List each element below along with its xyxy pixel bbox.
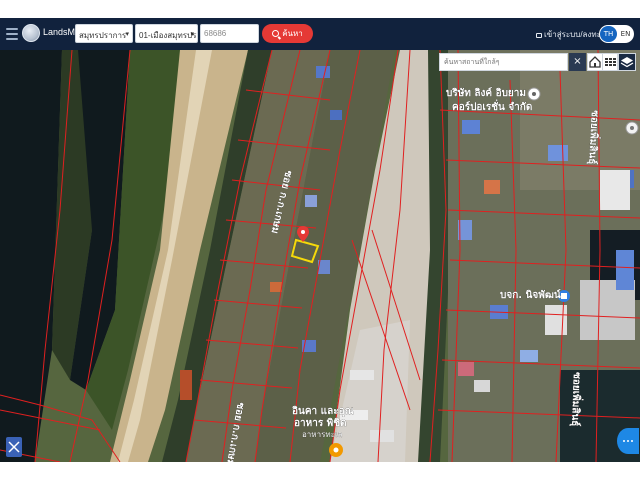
more-dots-icon — [631, 440, 633, 442]
label-place-bottom-1: อินคา และอุณ — [292, 405, 355, 417]
search-button-label: ค้นหา — [282, 29, 303, 38]
home-button[interactable] — [587, 53, 603, 71]
expand-icon — [8, 441, 20, 453]
language-toggle[interactable]: TH EN — [599, 25, 634, 43]
top-navbar: LandsMaps สมุทรปราการ ▾ 01-เมืองสมุทรปรา… — [0, 18, 640, 50]
fullscreen-button[interactable] — [6, 437, 22, 457]
place-search-input[interactable] — [439, 53, 568, 71]
more-dots-icon — [627, 440, 629, 442]
grid-icon — [605, 58, 616, 66]
layers-icon — [620, 57, 634, 68]
chevron-down-icon: ▾ — [125, 31, 129, 38]
landsmaps-logo — [22, 24, 40, 42]
label-place-bottom-3: อาหารทะเล — [302, 430, 343, 439]
lock-icon — [536, 33, 542, 38]
district-select-value: 01-เมืองสมุทรปราการ — [139, 31, 197, 40]
home-icon — [589, 56, 601, 68]
map-canvas: บริษัท ลิงค์ อิบยาม คอร์ปอเรชั่น จำกัด บ… — [0, 50, 640, 462]
district-select[interactable]: 01-เมืองสมุทรปราการ ▾ — [135, 24, 198, 43]
lang-th-button[interactable]: TH — [600, 26, 617, 42]
food-marker-icon[interactable] — [329, 443, 343, 457]
parcel-number-input[interactable] — [200, 24, 259, 43]
lang-en-button[interactable]: EN — [618, 26, 633, 42]
poi-marker-icon[interactable] — [527, 87, 541, 101]
more-options-button[interactable] — [617, 428, 639, 454]
app-root: LandsMaps สมุทรปราการ ▾ 01-เมืองสมุทรปรา… — [0, 0, 640, 480]
satellite-map[interactable]: บริษัท ลิงค์ อิบยาม คอร์ปอเรชั่น จำกัด บ… — [0, 50, 640, 462]
menu-icon[interactable] — [6, 28, 18, 40]
poi-marker-icon[interactable] — [625, 121, 639, 135]
label-company-mid: บจก. นิจพัฒน์ — [500, 289, 561, 301]
layers-button[interactable] — [618, 53, 636, 71]
close-icon[interactable]: × — [569, 53, 586, 71]
chevron-down-icon: ▾ — [190, 31, 194, 38]
search-icon — [272, 30, 280, 37]
search-button[interactable]: ค้นหา — [262, 24, 313, 43]
label-company-top-1: บริษัท ลิงค์ อิบยาม — [446, 87, 526, 99]
grid-button[interactable] — [602, 53, 618, 71]
province-select-value: สมุทรปราการ — [79, 31, 127, 40]
more-dots-icon — [623, 440, 625, 442]
label-company-top-2: คอร์ปอเรชั่น จำกัด — [452, 99, 532, 113]
province-select[interactable]: สมุทรปราการ ▾ — [75, 24, 133, 43]
label-place-bottom-2: อาหาร พิชิต — [294, 417, 347, 429]
